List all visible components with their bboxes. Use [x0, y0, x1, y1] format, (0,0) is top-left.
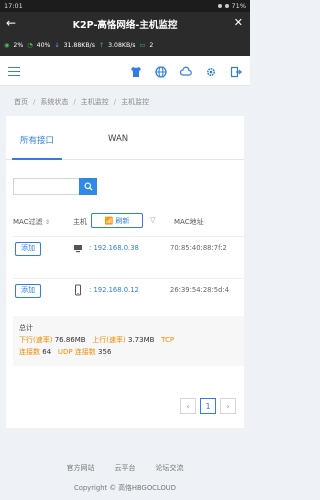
breadcrumb-home[interactable]: 首页	[14, 97, 28, 107]
clients-count: 2	[149, 42, 154, 49]
refresh-label: 刷新	[115, 216, 130, 225]
upload-icon: ↑	[98, 42, 105, 49]
download-total: 76.86MB	[54, 336, 86, 344]
cloud-icon[interactable]	[179, 63, 192, 76]
toolbar	[0, 56, 250, 86]
breadcrumb-separator: /	[33, 98, 36, 106]
footer-link-official-site[interactable]: 官方网站	[67, 463, 95, 473]
host-monitor-card: 所有接口 WAN MAC过滤 ⇕ 主机 📶 刷新 ▽ MAC地址 添加 : 19…	[6, 116, 244, 428]
cpu-usage: 2%	[13, 42, 24, 49]
host-mac: 70:85:40:88:7f:2	[170, 244, 227, 252]
table-row: 添加 : 192.168.0.12 26:39:54:28:5d:4	[13, 278, 244, 302]
column-host: 主机	[73, 218, 87, 226]
status-icons: 71%	[217, 2, 246, 10]
memory-icon: ◔	[27, 42, 33, 49]
add-button[interactable]: 添加	[15, 242, 41, 256]
search-input[interactable]	[13, 178, 79, 195]
summary-title: 总计	[19, 324, 33, 332]
breadcrumb-separator: /	[73, 98, 76, 106]
wifi-icon	[217, 4, 222, 8]
download-speed: 31.88KB/s	[63, 42, 95, 49]
page-title: K2P-高恪网络-主机监控	[72, 20, 178, 31]
udp-connections-label: UDP 连接数	[57, 348, 96, 356]
search-button[interactable]	[79, 178, 97, 195]
upload-speed: 3.08KB/s	[108, 42, 136, 49]
tcp-label: TCP	[161, 336, 175, 344]
desktop-icon	[73, 242, 83, 254]
udp-connections-value: 356	[98, 348, 112, 356]
status-bar: 17:01 71%	[0, 0, 250, 12]
tcp-connections-label: 连接数	[19, 348, 40, 356]
sort-icon[interactable]: ⇕	[45, 219, 50, 226]
filter-icon[interactable]: ▽	[150, 216, 155, 224]
download-icon: ↓	[54, 42, 60, 49]
copyright: Copyright © 高恪HBGOCLOUD	[73, 484, 177, 492]
router-stats: ◉ 2% ◔ 40% ↓ 31.88KB/s ↑ 3.08KB/s ▭ 2	[4, 42, 153, 49]
close-icon[interactable]: ✕	[234, 16, 243, 29]
tab-all-interfaces[interactable]: 所有接口	[11, 134, 63, 160]
column-mac-filter[interactable]: MAC过滤 ⇕	[13, 217, 50, 227]
app-header: ← K2P-高恪网络-主机监控 ✕ ◉ 2% ◔ 40% ↓ 31.88KB/s…	[0, 12, 250, 56]
memory-usage: 40%	[36, 42, 51, 49]
breadcrumb-separator: /	[113, 98, 117, 106]
logout-icon[interactable]	[230, 63, 242, 78]
prev-page-button[interactable]: ‹	[180, 398, 196, 414]
page-button-current[interactable]: 1	[200, 398, 216, 414]
wifi-icon: 📶	[104, 216, 114, 225]
table-header: MAC过滤 ⇕ 主机 📶 刷新 ▽ MAC地址	[13, 212, 244, 232]
signal-icon	[224, 4, 229, 8]
shirt-icon[interactable]	[130, 63, 142, 77]
breadcrumb-current: 主机监控	[121, 98, 150, 106]
breadcrumb-system-status[interactable]: 系统状态	[40, 97, 68, 107]
footer-link-forum[interactable]: 论坛交流	[156, 463, 184, 473]
breadcrumb-host-monitor[interactable]: 主机监控	[81, 97, 109, 107]
upload-total: 3.73MB	[127, 336, 155, 344]
tab-wan[interactable]: WAN	[108, 134, 128, 144]
host-mac: 26:39:54:28:5d:4	[170, 286, 230, 294]
gear-icon[interactable]	[205, 63, 217, 77]
refresh-button[interactable]: 📶 刷新	[91, 213, 143, 228]
breadcrumb: 首页 / 系统状态 / 主机监控 / 主机监控	[14, 95, 236, 109]
footer-link-cloud-platform[interactable]: 云平台	[115, 463, 136, 473]
host-ip: : 192.168.0.12	[89, 286, 139, 294]
tcp-connections-value: 64	[42, 348, 52, 356]
pagination: ‹ 1 ›	[180, 398, 236, 414]
download-label: 下行(速率)	[19, 336, 53, 344]
status-time: 17:01	[4, 2, 23, 10]
menu-icon[interactable]	[8, 64, 20, 78]
next-page-button[interactable]: ›	[220, 398, 236, 414]
host-ip: : 192.168.0.38	[89, 244, 139, 252]
cpu-icon: ◉	[4, 42, 10, 49]
add-button[interactable]: 添加	[15, 284, 41, 298]
search-box	[13, 178, 97, 195]
traffic-summary: 总计 下行(速率) 76.86MB 上行(速率) 3.73MB TCP 连接数 …	[13, 316, 244, 366]
footer-links: 官方网站 云平台 论坛交流	[0, 463, 250, 473]
search-icon	[83, 182, 93, 191]
upload-label: 上行(速率)	[92, 336, 126, 344]
globe-icon[interactable]	[155, 63, 167, 78]
clients-icon: ▭	[139, 42, 146, 49]
phone-icon	[73, 284, 83, 296]
interface-tabs: 所有接口 WAN	[6, 126, 244, 160]
battery-level: 71%	[231, 2, 246, 10]
table-row: 添加 : 192.168.0.38 70:85:40:88:7f:2	[13, 236, 244, 260]
column-mac-filter-label: MAC过滤	[13, 218, 43, 226]
column-mac-address: MAC地址	[174, 218, 204, 226]
